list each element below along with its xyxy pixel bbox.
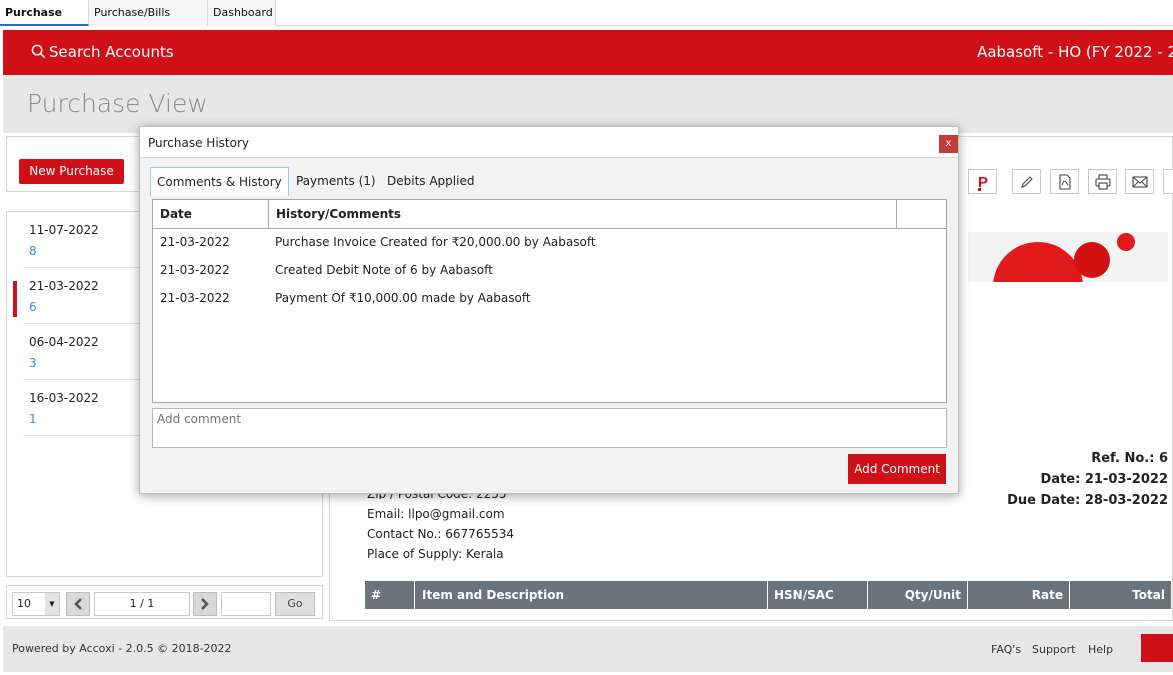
list-item-number[interactable]: 1 <box>29 412 37 426</box>
dialog-titlebar: Purchase History x <box>140 127 958 158</box>
printer-icon <box>1095 174 1111 190</box>
print-button[interactable] <box>1088 169 1117 194</box>
more-button[interactable] <box>1163 169 1173 194</box>
powered-by-text: Powered by Accoxi - 2.0.5 © 2018-2022 <box>12 642 232 655</box>
support-link[interactable]: Support <box>1032 643 1075 656</box>
pager: 10 ▼ 1 / 1 Go <box>6 585 323 619</box>
col-item-description: Item and Description <box>415 581 768 609</box>
new-purchase-button[interactable]: New Purchase <box>19 159 124 184</box>
envelope-icon <box>1132 176 1148 188</box>
tab-purchase-bills-search[interactable]: Purchase/Bills Search <box>89 0 208 44</box>
bill-place-of-supply: Place of Supply: Kerala <box>367 547 504 561</box>
chevron-right-icon <box>201 598 209 610</box>
next-page-button[interactable] <box>193 592 217 616</box>
tab-debits-applied[interactable]: Debits Applied <box>381 167 480 196</box>
page-size-select[interactable]: 10 ▼ <box>12 592 60 616</box>
search-accounts-label: Search Accounts <box>49 43 174 61</box>
items-table-header: # Item and Description HSN/SAC Qty/Unit … <box>365 581 1171 609</box>
close-button[interactable]: x <box>939 135 958 153</box>
row-date: 21-03-2022 <box>160 263 230 277</box>
print-preview-button[interactable]: P <box>968 169 997 194</box>
company-name: Aabasoft - HO (FY 2022 - 2 <box>977 43 1173 61</box>
go-button[interactable]: Go <box>275 592 315 616</box>
footer: Powered by Accoxi - 2.0.5 © 2018-2022 FA… <box>3 626 1173 672</box>
row-text: Purchase Invoice Created for ₹20,000.00 … <box>275 235 596 249</box>
comment-input[interactable] <box>152 408 947 448</box>
help-link[interactable]: Help <box>1088 643 1113 656</box>
list-item-number[interactable]: 6 <box>29 300 37 314</box>
col-qty-unit: Qty/Unit <box>868 581 968 609</box>
ref-number: Ref. No.: 6 <box>1091 451 1168 466</box>
row-date: 21-03-2022 <box>160 291 230 305</box>
tab-payments[interactable]: Payments (1) <box>290 167 382 196</box>
page-size-value: 10 <box>17 597 31 610</box>
row-text: Created Debit Note of 6 by Aabasoft <box>275 263 493 277</box>
list-item-date: 06-04-2022 <box>29 335 99 349</box>
tab-dashboard[interactable]: Dashboard <box>208 0 276 26</box>
bill-date: Date: 21-03-2022 <box>1040 472 1168 487</box>
dialog-title: Purchase History <box>148 136 249 150</box>
list-item-date: 21-03-2022 <box>29 279 99 293</box>
bill-contact: Contact No.: 667765534 <box>367 527 514 541</box>
search-accounts-button[interactable]: Search Accounts <box>31 30 174 75</box>
company-logo <box>968 232 1168 282</box>
page-title: Purchase View <box>27 89 208 118</box>
chevron-left-icon <box>74 598 82 610</box>
top-tab-bar: Purchase View Purchase/Bills Search Dash… <box>0 0 1173 44</box>
list-item-number[interactable]: 8 <box>29 244 37 258</box>
pdf-icon <box>1059 174 1071 190</box>
email-button[interactable] <box>1125 169 1154 194</box>
bill-email: Email: llpo@gmail.com <box>367 507 505 521</box>
p-red-icon: P <box>978 174 988 191</box>
row-date: 21-03-2022 <box>160 235 230 249</box>
faq-link[interactable]: FAQ's <box>991 643 1021 656</box>
list-item-date: 16-03-2022 <box>29 391 99 405</box>
col-date: Date <box>153 200 269 229</box>
page-number-input[interactable] <box>221 592 271 616</box>
title-band: Purchase View <box>3 75 1173 133</box>
col-total: Total <box>1132 588 1165 602</box>
add-comment-button[interactable]: Add Comment <box>848 454 946 484</box>
footer-action-button[interactable] <box>1141 634 1173 662</box>
list-item-date: 11-07-2022 <box>29 223 99 237</box>
col-extra <box>897 200 946 229</box>
history-grid: Date History/Comments 21-03-2022 Purchas… <box>152 199 947 403</box>
app-header: Search Accounts Aabasoft - HO (FY 2022 -… <box>3 30 1173 75</box>
chevron-down-icon: ▼ <box>45 593 59 615</box>
col-hsn-sac: HSN/SAC <box>768 581 868 609</box>
list-item-number[interactable]: 3 <box>29 356 37 370</box>
col-index: # <box>365 581 415 609</box>
col-history-comments: History/Comments <box>269 200 897 229</box>
search-icon <box>31 44 46 59</box>
col-rate: Rate <box>968 581 1070 609</box>
pencil-icon <box>1021 176 1033 188</box>
row-text: Payment Of ₹10,000.00 made by Aabasoft <box>275 291 531 305</box>
due-date: Due Date: 28-03-2022 <box>1007 493 1168 508</box>
page-indicator: 1 / 1 <box>94 592 190 616</box>
pdf-button[interactable] <box>1050 169 1079 194</box>
tab-purchase-view[interactable]: Purchase View <box>0 0 89 44</box>
edit-button[interactable] <box>1012 169 1041 194</box>
purchase-history-dialog: Purchase History x Comments & History Pa… <box>139 126 959 494</box>
tab-comments-history[interactable]: Comments & History <box>150 167 289 196</box>
prev-page-button[interactable] <box>66 592 90 616</box>
